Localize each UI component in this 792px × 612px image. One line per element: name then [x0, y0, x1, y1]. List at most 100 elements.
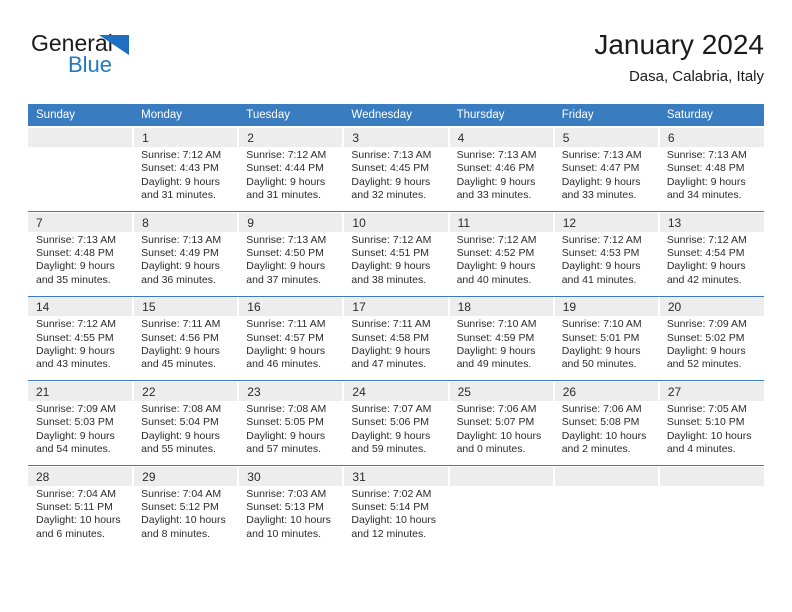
daylight-text-line1: Daylight: 9 hours	[246, 429, 326, 442]
day-detail-cell[interactable]: Sunrise: 7:02 AM Sunset: 5:14 PM Daylight:…	[343, 485, 449, 550]
day-detail-cell[interactable]: Sunrise: 7:05 AM Sunset: 5:10 PM Daylight:…	[658, 400, 764, 465]
calendar-body: 1 2 3 4 5 6 Sunrise: 7:12 AM Sunset: 4:43 PM Day…	[28, 126, 764, 550]
sunset-text: Sunset: 4:59 PM	[456, 331, 535, 344]
day-number-cell[interactable]: 5	[553, 128, 660, 147]
day-number-cell[interactable]: 28	[28, 466, 135, 486]
day-number-cell[interactable]: 4	[448, 128, 555, 147]
day-detail-cell[interactable]: Sunrise: 7:04 AM Sunset: 5:11 PM Daylight:…	[28, 485, 134, 550]
day-number-cell[interactable]: 15	[133, 297, 240, 317]
weekday-header-wednesday: Wednesday	[343, 104, 449, 126]
day-number-cell[interactable]: 22	[133, 381, 240, 401]
sunrise-text: Sunrise: 7:03 AM	[246, 487, 327, 500]
day-number-cell[interactable]: 17	[343, 297, 450, 317]
day-detail-cell[interactable]: Sunrise: 7:09 AM Sunset: 5:03 PM Daylight:…	[28, 400, 134, 465]
day-number-cell[interactable]: 31	[343, 466, 450, 486]
day-number-cell[interactable]: 7	[28, 212, 135, 232]
day-detail-cell[interactable]: Sunrise: 7:06 AM Sunset: 5:07 PM Daylight:…	[448, 400, 554, 465]
daylight-text-line2: and 6 minutes.	[36, 527, 105, 540]
day-detail-cell[interactable]: Sunrise: 7:10 AM Sunset: 5:01 PM Daylight:…	[553, 316, 659, 380]
day-detail-cell[interactable]: Sunrise: 7:08 AM Sunset: 5:04 PM Daylight:…	[133, 400, 239, 465]
sunrise-text: Sunrise: 7:04 AM	[36, 487, 116, 500]
day-detail-cell[interactable]: Sunrise: 7:11 AM Sunset: 4:56 PM Daylight:…	[133, 316, 239, 380]
sunset-text: Sunset: 5:02 PM	[666, 331, 745, 344]
sunset-text: Sunset: 4:43 PM	[141, 162, 219, 175]
day-detail-cell[interactable]: Sunrise: 7:13 AM Sunset: 4:48 PM Daylight:…	[28, 231, 134, 296]
day-detail-cell[interactable]: Sunrise: 7:09 AM Sunset: 5:02 PM Daylight:…	[658, 316, 764, 380]
daylight-text-line1: Daylight: 10 hours	[666, 429, 752, 442]
day-number-cell[interactable]: 21	[28, 381, 135, 401]
day-number-cell[interactable]: 2	[238, 128, 345, 147]
day-number-cell[interactable]: 26	[553, 381, 660, 401]
day-detail-cell[interactable]: Sunrise: 7:12 AM Sunset: 4:52 PM Daylight:…	[448, 231, 554, 296]
day-detail-cell[interactable]: Sunrise: 7:13 AM Sunset: 4:48 PM Daylight:…	[658, 147, 764, 211]
day-number-cell[interactable]: 16	[238, 297, 345, 317]
day-number-cell[interactable]: 25	[448, 381, 555, 401]
sunset-text: Sunset: 4:45 PM	[351, 162, 430, 175]
sunset-text: Sunset: 5:06 PM	[351, 416, 430, 429]
sunrise-text: Sunrise: 7:12 AM	[141, 149, 222, 161]
day-detail-cell[interactable]: Sunrise: 7:03 AM Sunset: 5:13 PM Daylight:…	[238, 485, 344, 550]
day-number-cell[interactable]: 24	[343, 381, 450, 401]
day-detail-cell[interactable]: Sunrise: 7:11 AM Sunset: 4:57 PM Daylight:…	[238, 316, 344, 380]
day-number-cell[interactable]: 14	[28, 297, 135, 317]
daylight-text-line2: and 49 minutes.	[456, 358, 532, 371]
sunset-text: Sunset: 5:12 PM	[141, 500, 219, 513]
sunset-text: Sunset: 4:48 PM	[666, 162, 745, 175]
sunset-text: Sunset: 5:07 PM	[456, 416, 535, 429]
daylight-text-line2: and 8 minutes.	[141, 527, 211, 540]
daylight-text-line2: and 2 minutes.	[561, 443, 631, 456]
daylight-text-line2: and 31 minutes.	[141, 189, 216, 202]
day-detail-cell[interactable]: Sunrise: 7:12 AM Sunset: 4:55 PM Daylight:…	[28, 316, 134, 380]
daylight-text-line1: Daylight: 9 hours	[36, 429, 115, 442]
day-number-cell[interactable]: 1	[133, 128, 240, 147]
day-number-cell[interactable]: 27	[658, 381, 764, 401]
day-number-cell[interactable]: 12	[553, 212, 660, 232]
day-detail-cell[interactable]: Sunrise: 7:13 AM Sunset: 4:47 PM Daylight:…	[553, 147, 659, 211]
day-number-cell[interactable]: 20	[658, 297, 764, 317]
sunset-text: Sunset: 5:13 PM	[246, 500, 324, 513]
day-number-cell[interactable]: 29	[133, 466, 240, 486]
day-number-cell[interactable]: 10	[343, 212, 450, 232]
sunset-text: Sunset: 5:04 PM	[141, 416, 219, 429]
sunset-text: Sunset: 4:54 PM	[666, 247, 745, 260]
sunset-text: Sunset: 5:08 PM	[561, 416, 640, 429]
day-detail-cell[interactable]: Sunrise: 7:12 AM Sunset: 4:53 PM Daylight:…	[553, 231, 659, 296]
day-number-cell[interactable]: 6	[658, 128, 764, 147]
day-detail-cell[interactable]: Sunrise: 7:12 AM Sunset: 4:51 PM Daylight:…	[343, 231, 449, 296]
daylight-text-line2: and 52 minutes.	[666, 358, 742, 371]
day-detail-cell[interactable]: Sunrise: 7:12 AM Sunset: 4:44 PM Daylight:…	[238, 147, 344, 211]
sunset-text: Sunset: 4:52 PM	[456, 247, 535, 260]
sunrise-text: Sunrise: 7:09 AM	[36, 402, 116, 415]
day-detail-cell[interactable]: Sunrise: 7:11 AM Sunset: 4:58 PM Daylight:…	[343, 316, 449, 380]
day-number-cell[interactable]: 8	[133, 212, 240, 232]
daylight-text-line1: Daylight: 9 hours	[141, 175, 220, 188]
sunset-text: Sunset: 5:01 PM	[561, 331, 640, 344]
day-number-cell[interactable]: 13	[658, 212, 764, 232]
general-blue-logo[interactable]: General Blue	[31, 30, 251, 90]
daylight-text-line1: Daylight: 9 hours	[456, 345, 536, 358]
day-detail-cell[interactable]: Sunrise: 7:10 AM Sunset: 4:59 PM Daylight:…	[448, 316, 554, 380]
day-detail-cell[interactable]: Sunrise: 7:12 AM Sunset: 4:43 PM Daylight:…	[133, 147, 239, 211]
day-detail-cell[interactable]: Sunrise: 7:04 AM Sunset: 5:12 PM Daylight:…	[133, 485, 239, 550]
sunrise-text: Sunrise: 7:12 AM	[351, 233, 432, 246]
day-number-cell[interactable]: 11	[448, 212, 555, 232]
sunrise-text: Sunrise: 7:12 AM	[36, 318, 116, 331]
day-number-cell[interactable]: 18	[448, 297, 555, 317]
day-detail-cell[interactable]: Sunrise: 7:06 AM Sunset: 5:08 PM Daylight:…	[553, 400, 659, 465]
sunset-text: Sunset: 4:57 PM	[246, 331, 324, 344]
day-detail-cell[interactable]: Sunrise: 7:13 AM Sunset: 4:45 PM Daylight:…	[343, 147, 449, 211]
day-detail-cell[interactable]: Sunrise: 7:12 AM Sunset: 4:54 PM Daylight:…	[658, 231, 764, 296]
day-number-cell[interactable]: 19	[553, 297, 660, 317]
day-detail-cell-empty	[553, 485, 659, 550]
daylight-text-line1: Daylight: 10 hours	[561, 429, 647, 442]
day-detail-cell[interactable]: Sunrise: 7:13 AM Sunset: 4:50 PM Daylight:…	[238, 231, 344, 296]
day-detail-cell[interactable]: Sunrise: 7:08 AM Sunset: 5:05 PM Daylight:…	[238, 400, 344, 465]
day-number-cell[interactable]: 9	[238, 212, 345, 232]
day-detail-cell[interactable]: Sunrise: 7:13 AM Sunset: 4:46 PM Daylight:…	[448, 147, 554, 211]
day-detail-row: Sunrise: 7:13 AM Sunset: 4:48 PM Daylight:…	[28, 231, 764, 296]
day-number-cell[interactable]: 30	[238, 466, 345, 486]
day-number-cell[interactable]: 3	[343, 128, 450, 147]
day-detail-cell[interactable]: Sunrise: 7:07 AM Sunset: 5:06 PM Daylight:…	[343, 400, 449, 465]
day-detail-cell[interactable]: Sunrise: 7:13 AM Sunset: 4:49 PM Daylight:…	[133, 231, 239, 296]
day-number-cell[interactable]: 23	[238, 381, 345, 401]
